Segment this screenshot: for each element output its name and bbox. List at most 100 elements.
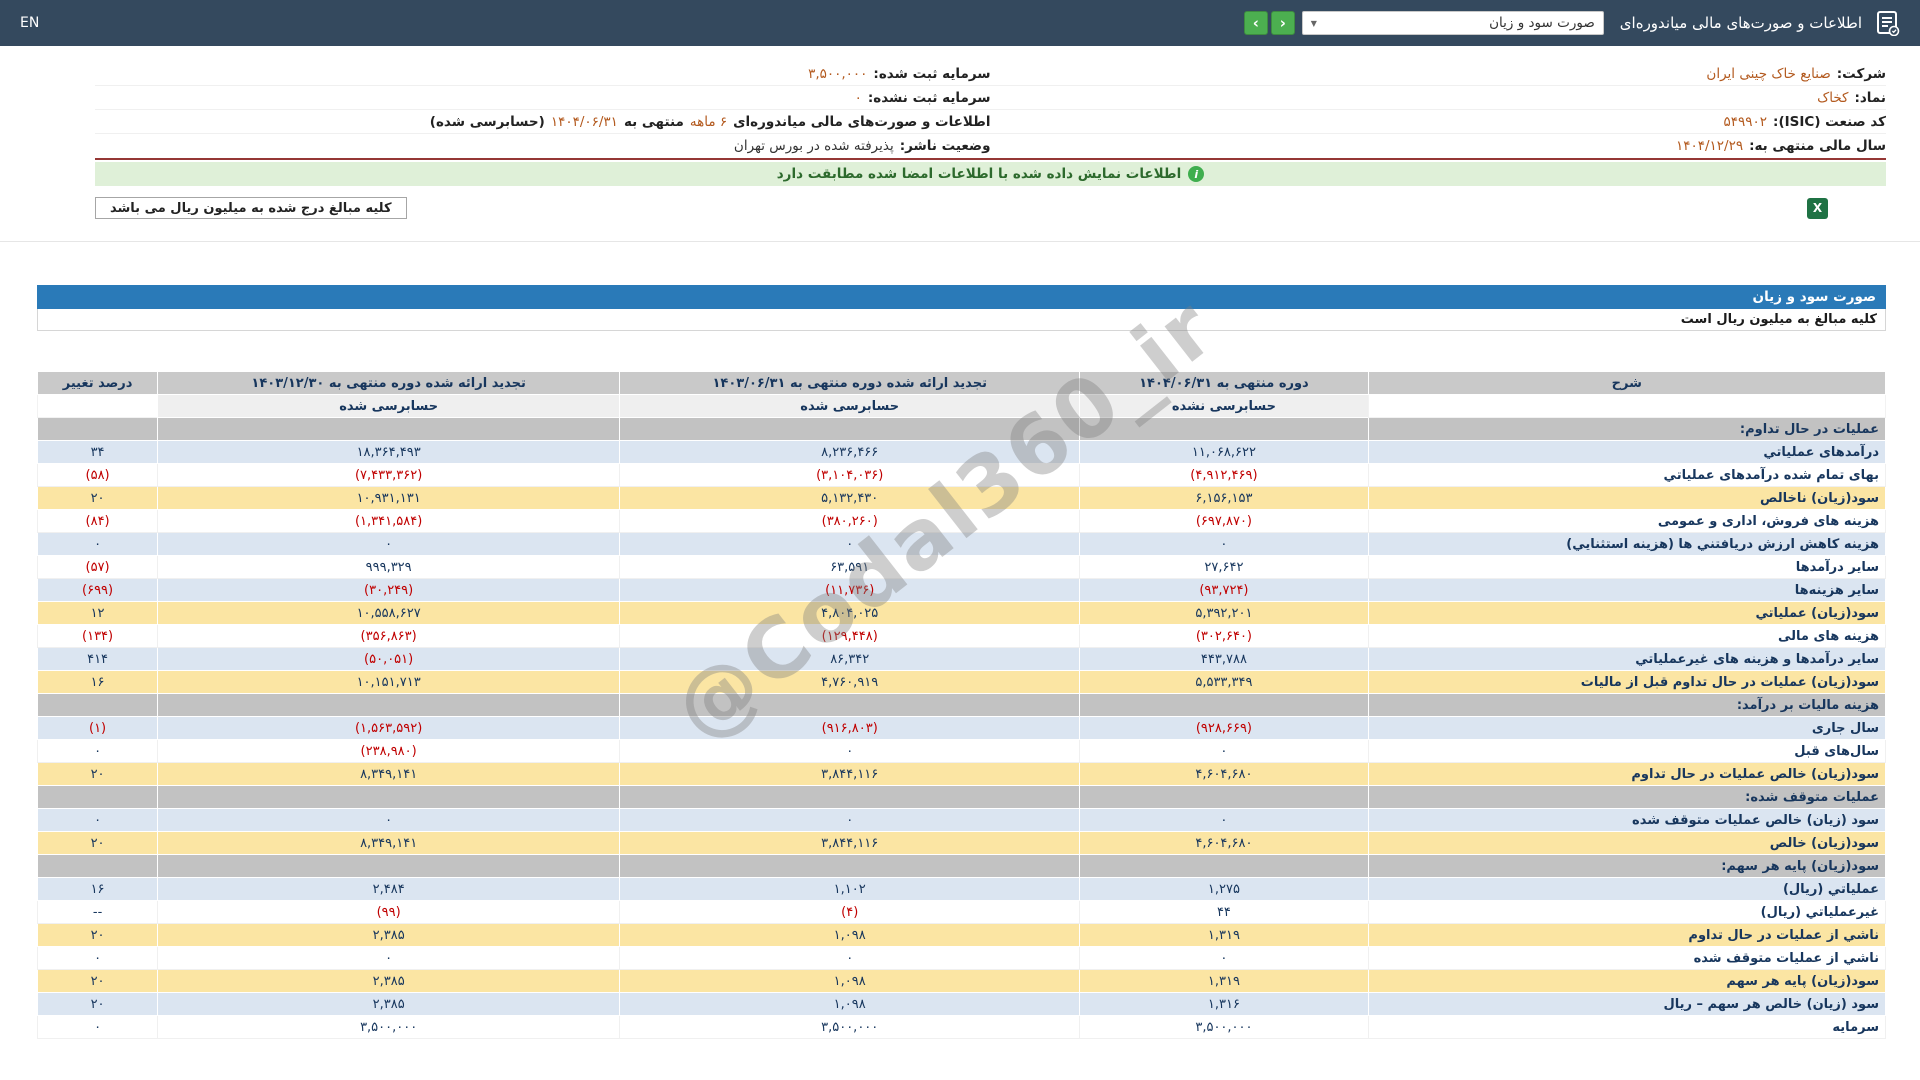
- value-cell: ۱,۳۱۹: [1079, 969, 1369, 993]
- value-cell: [1079, 854, 1369, 878]
- value-cell: (۴,۹۱۲,۴۶۹): [1079, 463, 1369, 487]
- change-cell: [36, 854, 159, 878]
- col-subheader-audit-annual: حسابرسی شده: [157, 394, 621, 418]
- section-divider: [0, 241, 1920, 242]
- language-toggle-en[interactable]: EN: [20, 15, 39, 31]
- change-cell: --: [36, 900, 159, 924]
- value-cell: [157, 785, 621, 809]
- change-cell: ۰: [36, 532, 159, 556]
- row-label: سود(زیان) عملیاتي: [1367, 601, 1887, 625]
- row-label: سال‌های قبل: [1367, 739, 1887, 763]
- row-label: سایر درآمدها و هزینه های غیرعملیاتي: [1367, 647, 1887, 671]
- statement-unit-note: کلیه مبالغ به میلیون ریال است: [37, 309, 1886, 331]
- value-cell: ۴,۶۰۴,۶۸۰: [1079, 762, 1369, 786]
- value-cell: ۲,۴۸۴: [157, 877, 621, 901]
- statement-data-row: سرمایه ۳,۵۰۰,۰۰۰ ۳,۵۰۰,۰۰۰ ۳,۵۰۰,۰۰۰ ۰: [36, 1015, 1887, 1039]
- statement-data-row: سود (زیان) خالص عملیات متوقف شده ۰ ۰ ۰ ۰: [36, 808, 1887, 832]
- info-label: سال مالی منتهی به:: [1749, 138, 1886, 154]
- info-icon: i: [1188, 166, 1205, 182]
- value-cell: [619, 785, 1081, 809]
- statement-data-row: هزینه کاهش ارزش دریافتني ها (هزینه استثن…: [36, 532, 1887, 556]
- change-cell: ۳۴: [36, 440, 159, 464]
- value-cell: ۴۴: [1079, 900, 1369, 924]
- value-cell: ۳,۸۴۴,۱۱۶: [619, 762, 1081, 786]
- excel-export-icon[interactable]: X: [1807, 197, 1828, 219]
- row-label: هزینه های مالی: [1367, 624, 1887, 648]
- value-cell: ۳,۵۰۰,۰۰۰: [1079, 1015, 1369, 1039]
- change-cell: (۵۷): [36, 555, 159, 579]
- statement-title-bar: صورت سود و زیان: [37, 285, 1886, 309]
- statement-data-row: سود (زیان) خالص هر سهم – ریال ۱,۳۱۶ ۱,۰۹۸ ۲…: [36, 992, 1887, 1016]
- change-cell: ۴۱۴: [36, 647, 159, 671]
- company-info-section: شرکت: صنایع خاک چینی ایران نماد: کخاک کد صنع…: [95, 62, 1886, 221]
- prev-statement-button[interactable]: ‹: [1270, 11, 1295, 35]
- value-cell: ۵,۳۹۲,۲۰۱: [1079, 601, 1369, 625]
- value-cell: ۶۳,۵۹۱: [619, 555, 1081, 579]
- row-label: درآمدهای عملیاتي: [1367, 440, 1887, 464]
- statement-section-row: سود(زیان) پایه هر سهم:: [36, 854, 1887, 878]
- value-cell: ۳,۸۴۴,۱۱۶: [619, 831, 1081, 855]
- change-cell: ۲۰: [36, 486, 159, 510]
- info-label: کد صنعت (ISIC):: [1773, 113, 1886, 130]
- statement-data-row: ناشي از عملیات در حال تداوم ۱,۳۱۹ ۱,۰۹۸ ۲,۳…: [36, 923, 1887, 947]
- signature-match-text: اطلاعات نمایش داده شده با اطلاعات امضا ش…: [776, 166, 1182, 182]
- value-cell: [1079, 693, 1369, 717]
- statement-data-row: هزینه های فروش، اداری و عمومی (۶۹۷,۸۷۰) (۳…: [36, 509, 1887, 533]
- value-cell: (۹۹): [157, 900, 621, 924]
- value-cell: ۰: [619, 739, 1081, 763]
- value-cell: [157, 417, 621, 441]
- value-cell: ۰: [1079, 532, 1369, 556]
- value-cell: (۳۰۲,۶۴۰): [1079, 624, 1369, 648]
- statement-data-row: سایر درآمدها ۲۷,۶۴۲ ۶۳,۵۹۱ ۹۹۹,۳۲۹ (۵۷): [36, 555, 1887, 579]
- unit-note-box: کلیه مبالغ درج شده به میلیون ریال می باش…: [95, 197, 407, 219]
- info-value: ۱۴۰۴/۰۶/۳۱: [550, 113, 618, 130]
- change-cell: ۲۰: [36, 762, 159, 786]
- value-cell: ۱,۰۹۸: [619, 923, 1081, 947]
- company-info-row: شرکت: صنایع خاک چینی ایران: [990, 62, 1886, 86]
- value-cell: (۶۹۷,۸۷۰): [1079, 509, 1369, 533]
- info-label: (حسابرسی شده): [429, 113, 545, 130]
- value-cell: ۵,۱۳۲,۴۳۰: [619, 486, 1081, 510]
- info-value: پذیرفته شده در بورس تهران: [733, 138, 894, 154]
- value-cell: ۳,۵۰۰,۰۰۰: [619, 1015, 1081, 1039]
- row-label: سود (زیان) خالص هر سهم – ریال: [1367, 992, 1887, 1016]
- value-cell: ۹۹۹,۳۲۹: [157, 555, 621, 579]
- value-cell: (۱,۳۴۱,۵۸۴): [157, 509, 621, 533]
- change-cell: (۱۳۴): [36, 624, 159, 648]
- company-info-row: اطلاعات و صورت‌های مالی میاندوره‌ای ۶ ماه…: [95, 110, 991, 134]
- info-label: سرمایه ثبت نشده:: [867, 89, 991, 106]
- statement-type-select[interactable]: صورت سود و زیان ▼: [1301, 11, 1604, 35]
- topbar: اطلاعات و صورت‌های مالی میاندوره‌ای صورت…: [0, 0, 1920, 46]
- value-cell: [157, 693, 621, 717]
- col-header-period-annual-restated: تجدید ارائه شده دوره منتهی به ۱۴۰۳/۱۲/۳۰: [157, 371, 621, 395]
- unit-note-row: X کلیه مبالغ درج شده به میلیون ریال می ب…: [95, 195, 1886, 221]
- company-info-left-column: سرمایه ثبت شده: ۳,۵۰۰,۰۰۰ سرمایه ثبت نشده:…: [95, 62, 991, 158]
- value-cell: (۷,۴۳۳,۳۶۲): [157, 463, 621, 487]
- info-value: ۰: [854, 89, 862, 106]
- row-label: سرمایه: [1367, 1015, 1887, 1039]
- change-cell: ۰: [36, 946, 159, 970]
- change-cell: ۲۰: [36, 992, 159, 1016]
- company-info-row: نماد: کخاک: [990, 86, 1886, 110]
- value-cell: (۱,۵۶۳,۵۹۲): [157, 716, 621, 740]
- value-cell: (۹۳,۷۲۴): [1079, 578, 1369, 602]
- value-cell: (۱۱,۷۳۶): [619, 578, 1081, 602]
- info-value: صنایع خاک چینی ایران: [1706, 65, 1831, 82]
- topbar-main: اطلاعات و صورت‌های مالی میاندوره‌ای صورت…: [1243, 10, 1900, 36]
- statement-data-row: سایر درآمدها و هزینه های غیرعملیاتي ۴۴۳,۷…: [36, 647, 1887, 671]
- row-label: غیرعملیاتي (ریال): [1367, 900, 1887, 924]
- row-label: سایر هزینه‌ها: [1367, 578, 1887, 602]
- value-cell: [619, 693, 1081, 717]
- value-cell: [619, 854, 1081, 878]
- value-cell: (۳۰,۲۴۹): [157, 578, 621, 602]
- value-cell: ۲,۳۸۵: [157, 969, 621, 993]
- row-label: عملیاتي (ریال): [1367, 877, 1887, 901]
- value-cell: ۱,۱۰۲: [619, 877, 1081, 901]
- next-statement-button[interactable]: ›: [1243, 11, 1268, 35]
- statement-section-row: عملیات در حال تداوم:: [36, 417, 1887, 441]
- value-cell: ۲۷,۶۴۲: [1079, 555, 1369, 579]
- value-cell: ۰: [157, 532, 621, 556]
- row-label: عملیات متوقف شده:: [1367, 785, 1887, 809]
- statement-data-row: سود(زیان) خالص ۴,۶۰۴,۶۸۰ ۳,۸۴۴,۱۱۶ ۸,۳۴۹,۱۴…: [36, 831, 1887, 855]
- value-cell: ۵,۵۳۳,۳۴۹: [1079, 670, 1369, 694]
